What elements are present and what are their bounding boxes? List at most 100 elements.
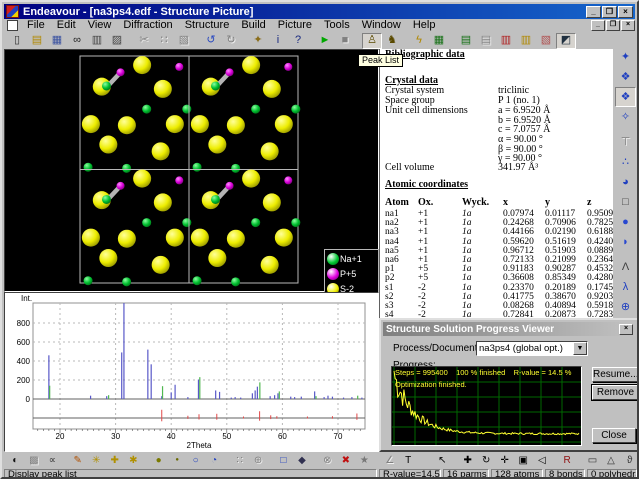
find-button[interactable]: ∞ [67, 33, 87, 49]
context-help-button[interactable]: ? [288, 33, 308, 49]
find-icon: ∞ [73, 35, 81, 46]
structure-solution-icon: ♙ [367, 35, 377, 46]
diffraction-chart-window[interactable]: 2030405060700200400600800Int.2Theta [4, 292, 379, 452]
edit-atoms-button[interactable]: ✎ [68, 453, 87, 468]
print-button[interactable]: ▨ [107, 33, 127, 49]
style-ring-button[interactable]: ○ [186, 453, 205, 468]
menu-help[interactable]: Help [407, 19, 442, 31]
rotate-step-button[interactable]: ∠ [380, 453, 399, 468]
split-atoms-button[interactable]: ✱ [124, 453, 143, 468]
angle-measure-button[interactable]: △ [602, 453, 621, 468]
show-bonds-button[interactable]: ∴ [615, 152, 636, 172]
structure-solution-button[interactable]: ♙ [362, 33, 382, 49]
structure-picture-window[interactable]: Na+1P+5S-2 [4, 49, 379, 292]
menu-view[interactable]: View [82, 19, 118, 31]
chevron-down-icon[interactable]: ▼ [573, 342, 587, 355]
text-label-button[interactable]: T [399, 453, 418, 468]
restore-button[interactable]: ❐ [602, 6, 617, 18]
pattern-b-button[interactable]: ⊕ [249, 453, 268, 468]
view-peak-list-button[interactable]: ▥ [496, 33, 516, 49]
view-powder-pattern-button[interactable]: ▥ [516, 33, 536, 49]
sphere-full-button[interactable]: ● [615, 212, 636, 232]
menu-file[interactable]: File [21, 19, 51, 31]
ruler-button[interactable]: ▭ [583, 453, 602, 468]
r-labels-button[interactable]: R [558, 453, 577, 468]
favorite-button[interactable]: ★ [355, 453, 374, 468]
show-polyhedra-button[interactable]: ◕ [615, 172, 636, 192]
document-icon[interactable] [7, 20, 18, 31]
atom-table-header: y [545, 197, 550, 208]
result-chart-button[interactable]: ▦ [429, 33, 449, 49]
view-mixed-button[interactable]: ▧ [536, 33, 556, 49]
powder-pattern-button[interactable]: Λ [615, 257, 636, 277]
show-cell-edges-button[interactable]: □ [615, 192, 636, 212]
menu-build[interactable]: Build [235, 19, 271, 31]
view-data-table-button[interactable]: ▤ [476, 33, 496, 49]
menu-diffraction[interactable]: Diffraction [117, 19, 178, 31]
polyhedra-button[interactable]: ◆ [293, 453, 312, 468]
solution-viewer-button[interactable]: ♞ [382, 33, 402, 49]
open-file-button[interactable]: ▤ [27, 33, 47, 49]
shear-view-button[interactable]: ◁ [533, 453, 552, 468]
new-file-button[interactable]: ▯ [7, 33, 27, 49]
info-button[interactable]: i [268, 33, 288, 49]
menu-window[interactable]: Window [356, 19, 407, 31]
torsion-measure-button[interactable]: ϑ [620, 453, 639, 468]
start-calculation-button[interactable]: ► [315, 33, 335, 49]
close-dialog-button[interactable]: Close [592, 428, 636, 443]
progress-viewer-dialog[interactable]: Structure Solution Progress Viewer × Pro… [379, 318, 639, 452]
paste-button[interactable]: ▧ [174, 33, 194, 49]
bond-angles-button[interactable]: ⊤ [615, 132, 636, 152]
minimize-button[interactable]: _ [586, 6, 601, 18]
sphere-cut-button[interactable]: ◗ [615, 232, 636, 252]
zoom-view-button[interactable]: ▣ [514, 453, 533, 468]
delete-atom-button[interactable]: ✖ [337, 453, 356, 468]
child-restore-button[interactable]: ❐ [606, 20, 620, 31]
view-data-sheet-button[interactable]: ▤ [456, 33, 476, 49]
style-partial-button[interactable]: ◔ [205, 453, 224, 468]
move-atoms-button[interactable]: ✚ [105, 453, 124, 468]
close-button[interactable]: × [618, 6, 633, 18]
atom-grid-button[interactable]: ▩ [25, 453, 44, 468]
delete-disabled-button[interactable]: ⊗ [318, 453, 337, 468]
translate-view-button[interactable]: ✛ [495, 453, 514, 468]
style-small-button[interactable]: ● [168, 453, 187, 468]
view-structure-picture-button[interactable]: ◩ [556, 33, 576, 49]
process-document-select[interactable]: na3ps4 (global opt.) ▼ [476, 341, 588, 356]
child-close-button[interactable]: × [621, 20, 635, 31]
child-minimize-button[interactable]: _ [591, 20, 605, 31]
pointer-button[interactable]: ↖ [433, 453, 452, 468]
symmetry-dots-button[interactable]: ✦ [615, 47, 636, 67]
print-preview-button[interactable]: ▥ [87, 33, 107, 49]
dialog-title-bar[interactable]: Structure Solution Progress Viewer × [383, 322, 636, 336]
measure-bond-button[interactable]: ∝ [43, 453, 62, 468]
real-time-button[interactable]: ⊕ [615, 297, 636, 317]
atom-pair-button[interactable]: ◐ [6, 453, 25, 468]
options-button[interactable]: ✦ [248, 33, 268, 49]
undo-button[interactable]: ↺ [201, 33, 221, 49]
copy-button[interactable]: ∷ [154, 33, 174, 49]
rotate-view-button[interactable]: ↻ [477, 453, 496, 468]
style-filled-button[interactable]: ● [149, 453, 168, 468]
menu-picture[interactable]: Picture [272, 19, 318, 31]
add-atoms-button[interactable]: ✳ [87, 453, 106, 468]
peak-marks-button[interactable]: λ [615, 277, 636, 297]
quick-start-button[interactable]: ϟ [409, 33, 429, 49]
menu-structure[interactable]: Structure [179, 19, 236, 31]
pattern-a-button[interactable]: ∷ [230, 453, 249, 468]
menu-tools[interactable]: Tools [318, 19, 356, 31]
redo-button[interactable]: ↻ [221, 33, 241, 49]
unit-cell-box-button[interactable]: □ [274, 453, 293, 468]
dialog-close-icon[interactable]: × [619, 324, 633, 335]
center-cell-button[interactable]: ✧ [615, 107, 636, 127]
cut-button[interactable]: ✂ [134, 33, 154, 49]
remove-button[interactable]: Remove [592, 385, 639, 400]
crystal-structure-view[interactable] [5, 50, 378, 291]
save-file-button[interactable]: ▦ [47, 33, 67, 49]
resume-button[interactable]: Resume... [592, 367, 639, 382]
pack-box-button[interactable]: ❖ [615, 87, 636, 107]
move-view-button[interactable]: ✚ [458, 453, 477, 468]
stop-calculation-button[interactable]: ■ [335, 33, 355, 49]
pack-cell-button[interactable]: ❖ [615, 67, 636, 87]
menu-edit[interactable]: Edit [51, 19, 82, 31]
